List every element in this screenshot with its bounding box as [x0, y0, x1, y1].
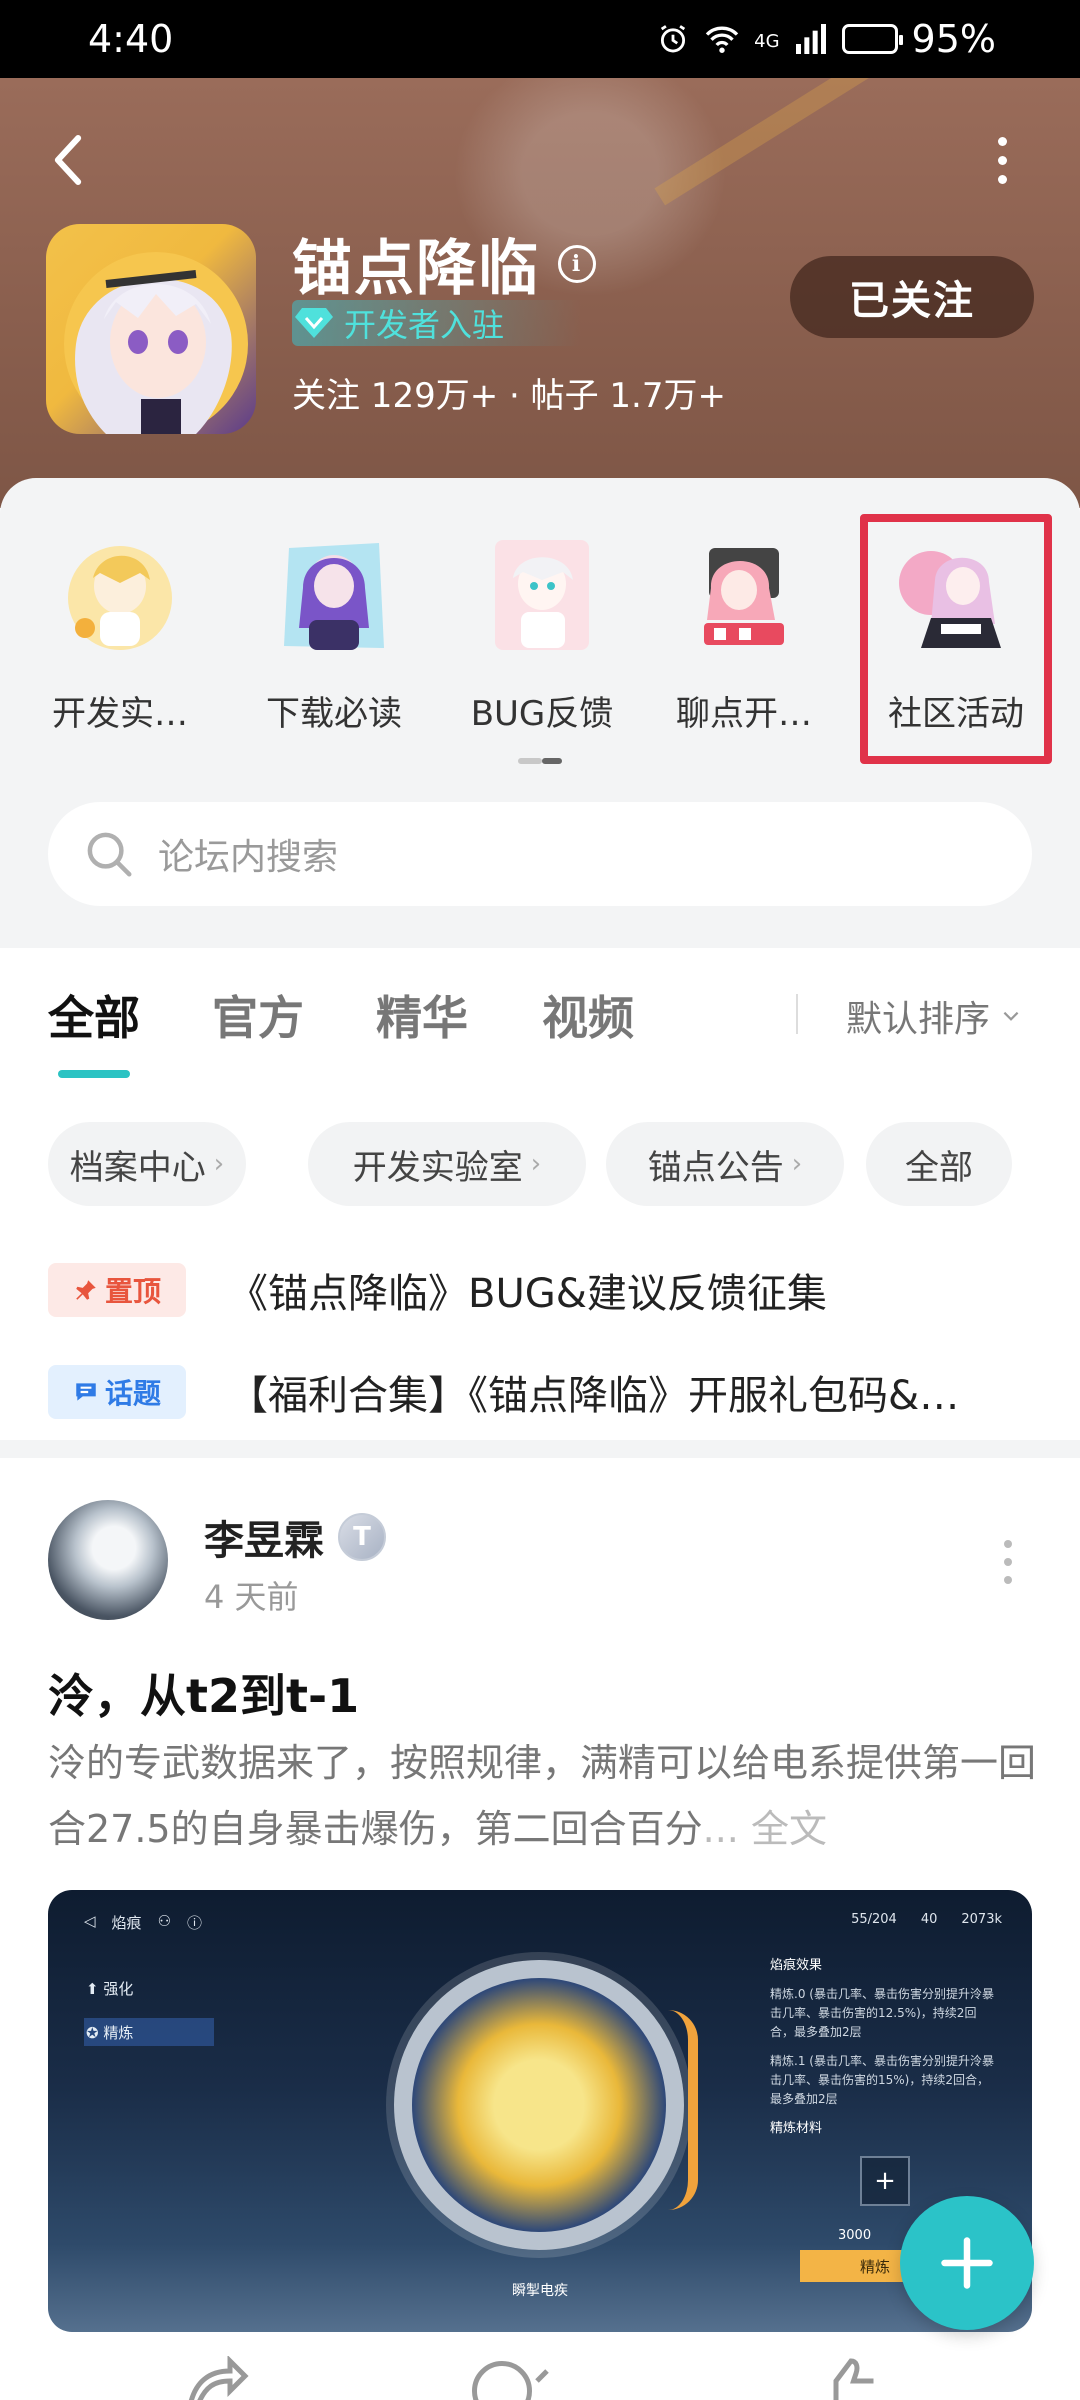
- post-actions: [0, 2350, 1080, 2400]
- category-item-download[interactable]: 下载必读: [244, 528, 424, 735]
- status-bar: 4:40 4G 95%: [0, 0, 1080, 78]
- tab-featured[interactable]: 精华: [376, 982, 468, 1048]
- search-input[interactable]: 论坛内搜索: [158, 828, 338, 880]
- read-more-link[interactable]: ... 全文: [703, 1807, 827, 1851]
- forum-header: 锚点降临 i 开发者入驻 关注 129万+ · 帖子 1.7万+ 已关注: [0, 78, 1080, 508]
- battery-icon: [841, 24, 903, 54]
- signal-icon: [795, 24, 826, 54]
- tab-video[interactable]: 视频: [542, 982, 634, 1048]
- sort-dropdown[interactable]: 默认排序: [846, 990, 1022, 1042]
- topic-post-title: 【福利合集】《锚点降临》开服礼包码&…: [228, 1373, 960, 1419]
- follow-button[interactable]: 已关注: [790, 256, 1034, 338]
- chevron-right-icon: ›: [791, 1149, 803, 1179]
- level-badge: T: [338, 1513, 386, 1561]
- network-type: 4G: [754, 31, 780, 52]
- forum-page: 4:40 4G 95% 锚点降临 i 开发者入驻 关注 129万+ · 帖子 1…: [0, 0, 1080, 2400]
- battery-percent: 95%: [911, 17, 996, 61]
- like-icon[interactable]: [826, 2356, 896, 2400]
- category-panel: 开发实… 下载必读 BUG反馈 聊点开… 社区活动 论坛内搜索: [0, 478, 1080, 948]
- pin-icon: [76, 1280, 96, 1300]
- forum-title: 锚点降临 i: [292, 220, 596, 307]
- search-bar[interactable]: 论坛内搜索: [48, 802, 1032, 906]
- pinned-post[interactable]: 置顶 《锚点降临》BUG&建议反馈征集: [48, 1260, 1048, 1320]
- info-icon[interactable]: i: [558, 244, 596, 283]
- topic-post[interactable]: 话题 【福利合集】《锚点降临》开服礼包码&…: [48, 1362, 1048, 1422]
- share-icon[interactable]: [180, 2354, 250, 2400]
- category-item-chat[interactable]: 聊点开…: [654, 528, 834, 735]
- category-image: [269, 528, 399, 658]
- chip-dev-lab[interactable]: 开发实验室 ›: [308, 1122, 586, 1206]
- tab-all[interactable]: 全部: [48, 982, 140, 1048]
- chevron-down-icon: [1003, 1011, 1019, 1021]
- search-icon: [87, 832, 132, 877]
- post-excerpt[interactable]: 泠的专武数据来了，按照规律，满精可以给电系提供第一回合27.5的自身暴击爆伤，第…: [48, 1730, 1038, 1862]
- chip-all[interactable]: 全部: [866, 1122, 1012, 1206]
- post-author[interactable]: 李昱霖 T: [204, 1508, 386, 1566]
- post-image[interactable]: ◁ 焰痕 ⚇ ⓘ 55/204 40 2073k ⬆ 强化 ✪ 精炼 瞬掣电疾 焰痕效…: [48, 1890, 1032, 2332]
- highlight-box: [860, 514, 1052, 764]
- content-tabs: 全部 官方 精华 视频 默认排序: [0, 948, 1080, 1078]
- alarm-icon: [661, 25, 686, 53]
- plus-icon: [941, 2237, 993, 2289]
- category-image: [55, 528, 185, 658]
- status-time: 4:40: [88, 17, 174, 61]
- chevron-right-icon: ›: [213, 1149, 225, 1179]
- create-post-button[interactable]: [900, 2196, 1034, 2330]
- back-button[interactable]: [44, 130, 92, 190]
- chevron-right-icon: ›: [530, 1149, 542, 1179]
- post-title[interactable]: 泠，从t2到t-1: [48, 1660, 359, 1726]
- tab-official[interactable]: 官方: [212, 982, 304, 1048]
- post-more-button[interactable]: [998, 1540, 1018, 1584]
- avatar[interactable]: [48, 1500, 168, 1620]
- pinned-tag: 置顶: [48, 1263, 186, 1317]
- category-item-dev-lab[interactable]: 开发实…: [30, 528, 210, 735]
- subforum-chips: 档案中心 › 开发实验室 › 锚点公告 › 全部: [0, 1122, 1080, 1210]
- chip-announcements[interactable]: 锚点公告 ›: [606, 1122, 844, 1206]
- topic-tag: 话题: [48, 1365, 186, 1419]
- page-indicator: [518, 758, 562, 764]
- forum-stats: 关注 129万+ · 帖子 1.7万+: [292, 376, 726, 416]
- wifi-icon: [705, 26, 739, 53]
- category-image: [679, 528, 809, 658]
- chip-archive[interactable]: 档案中心 ›: [48, 1122, 246, 1206]
- comment-icon[interactable]: [472, 2356, 552, 2400]
- more-options-button[interactable]: [982, 130, 1022, 190]
- category-item-bug-feedback[interactable]: BUG反馈: [452, 528, 632, 735]
- app-icon: [46, 224, 256, 434]
- chat-bubble-icon: [76, 1383, 96, 1401]
- active-tab-indicator: [58, 1070, 130, 1078]
- developer-badge: 开发者入驻: [292, 300, 582, 346]
- back-arrow-icon: [54, 135, 82, 185]
- post-time: 4 天前: [204, 1578, 299, 1616]
- category-image: [477, 528, 607, 658]
- pinned-post-title: 《锚点降临》BUG&建议反馈征集: [228, 1271, 827, 1317]
- diamond-icon: [295, 308, 333, 338]
